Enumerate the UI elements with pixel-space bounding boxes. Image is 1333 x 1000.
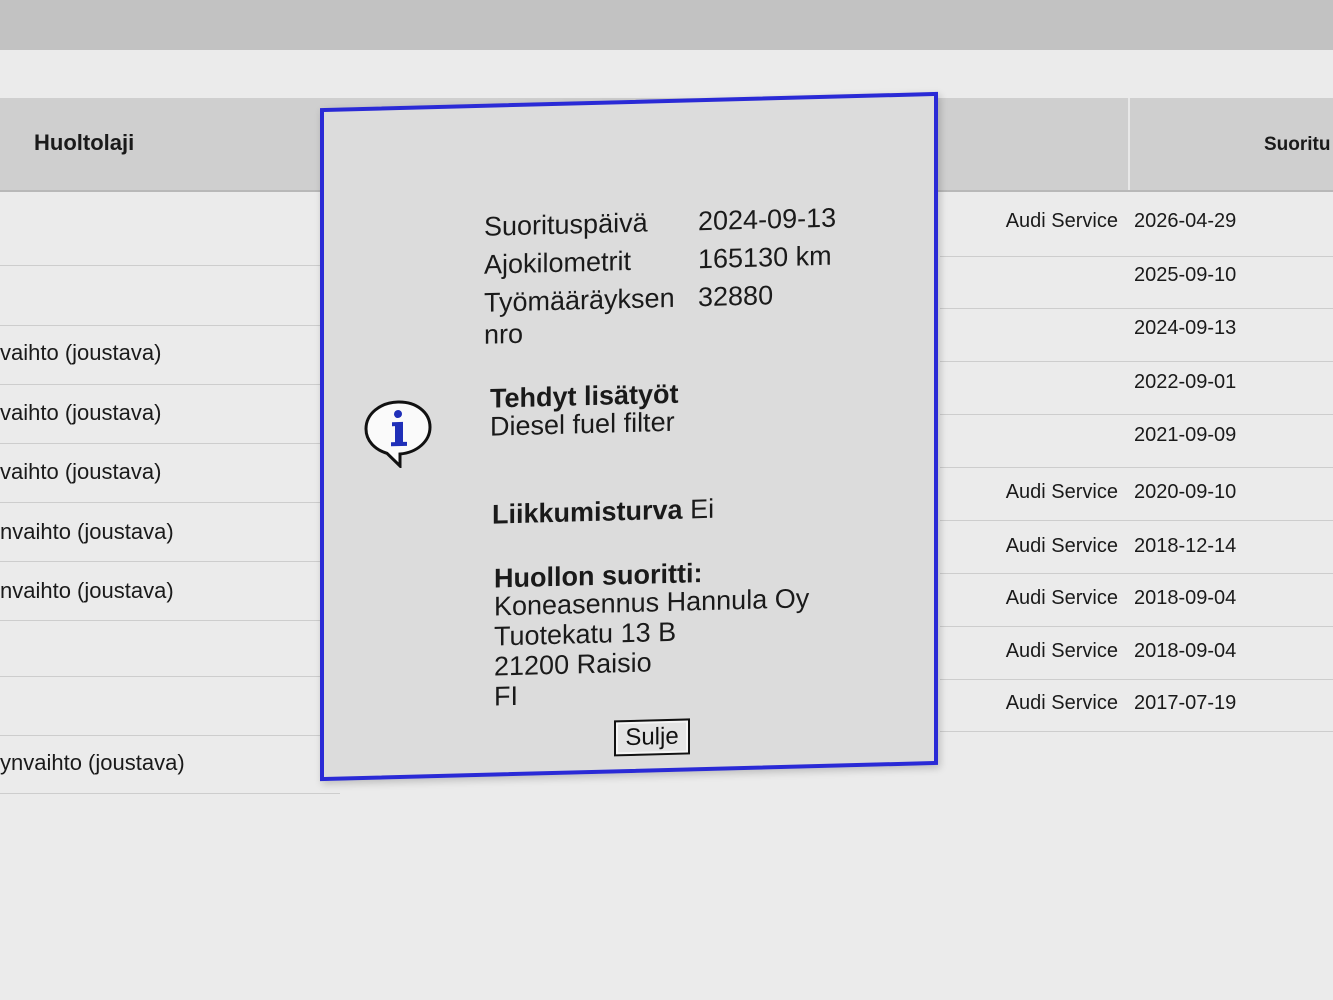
date-cell: 2026-04-29: [1134, 210, 1237, 232]
service-type-cell[interactable]: nvaihto (joustava): [0, 578, 340, 604]
row-divider: [940, 308, 1333, 309]
date-cell: 2025-09-10: [1134, 264, 1237, 286]
row-divider: [0, 502, 330, 503]
row-divider: [0, 735, 330, 736]
row-divider: [940, 256, 1333, 257]
provider-cell: Audi Service: [1005, 587, 1118, 609]
date-cell: 2017-07-19: [1134, 692, 1237, 714]
date-cell: 2021-09-09: [1134, 424, 1237, 446]
mileage-value: 165130 km: [698, 240, 832, 275]
work-order-value: 32880: [698, 280, 774, 313]
completion-date-label: Suorituspäivä: [484, 207, 648, 242]
row-divider: [0, 561, 330, 562]
row-divider: [0, 620, 330, 621]
row-divider: [940, 414, 1333, 415]
table-row[interactable]: Audi Service 2018-09-04: [940, 640, 1333, 670]
table-row[interactable]: Audi Service 2026-04-29: [940, 210, 1333, 240]
top-bar: [0, 0, 1333, 50]
row-divider: [940, 573, 1333, 574]
extra-work-value: Diesel fuel filter: [490, 406, 675, 442]
date-cell: 2018-12-14: [1134, 535, 1237, 557]
date-cell: 2018-09-04: [1134, 587, 1237, 609]
row-divider: [0, 676, 330, 677]
service-type-cell[interactable]: nvaihto (joustava): [0, 519, 340, 545]
service-type-cell[interactable]: vaihto (joustava): [0, 459, 340, 485]
row-divider: [0, 325, 330, 326]
provider-cell: Audi Service: [1005, 481, 1118, 503]
provider-cell: Audi Service: [1005, 210, 1118, 232]
row-divider: [0, 384, 330, 385]
row-divider: [0, 265, 330, 266]
column-header-service-type[interactable]: Huoltolaji: [34, 130, 134, 156]
row-divider: [0, 793, 340, 794]
performer-street: Tuotekatu 13 B: [494, 616, 677, 652]
date-cell: 2024-09-13: [1134, 317, 1237, 339]
service-type-cell[interactable]: ynvaihto (joustava): [0, 750, 340, 776]
mobility-row: Liikkumisturva Ei: [492, 494, 714, 530]
table-row[interactable]: 2021-09-09: [940, 424, 1333, 454]
table-row[interactable]: 2025-09-10: [940, 264, 1333, 294]
row-divider: [940, 731, 1333, 732]
provider-cell: Audi Service: [1005, 640, 1118, 662]
table-row[interactable]: Audi Service 2018-09-04: [940, 587, 1333, 617]
table-row[interactable]: Audi Service 2017-07-19: [940, 692, 1333, 722]
row-divider: [940, 361, 1333, 362]
info-icon: [362, 395, 434, 470]
provider-cell: Audi Service: [1005, 535, 1118, 557]
row-divider: [940, 626, 1333, 627]
work-order-label-cont: nro: [484, 318, 524, 350]
table-row[interactable]: Audi Service 2020-09-10: [940, 481, 1333, 511]
table-row[interactable]: Audi Service 2018-12-14: [940, 535, 1333, 565]
performer-postal: 21200 Raisio: [494, 647, 652, 682]
mileage-label: Ajokilometrit: [484, 245, 632, 280]
date-cell: 2018-09-04: [1134, 640, 1237, 662]
service-type-cell[interactable]: vaihto (joustava): [0, 340, 340, 366]
table-row[interactable]: 2024-09-13: [940, 317, 1333, 347]
row-divider: [940, 520, 1333, 521]
performer-country: FI: [494, 680, 518, 712]
mobility-value: Ei: [690, 493, 715, 525]
table-row[interactable]: 2022-09-01: [940, 371, 1333, 401]
date-cell: 2020-09-10: [1134, 481, 1237, 503]
row-divider: [0, 443, 330, 444]
mobility-label: Liikkumisturva: [492, 494, 683, 530]
date-cell: 2022-09-01: [1134, 371, 1237, 393]
work-order-label: Työmääräyksen: [484, 282, 675, 318]
row-divider: [940, 679, 1333, 680]
column-divider: [1128, 98, 1130, 190]
completion-date-value: 2024-09-13: [698, 202, 837, 237]
service-details-dialog: Suorituspäivä 2024-09-13 Ajokilometrit 1…: [320, 91, 938, 782]
row-divider: [940, 467, 1333, 468]
column-header-performed[interactable]: Suoritu: [1264, 134, 1331, 156]
service-type-cell[interactable]: vaihto (joustava): [0, 400, 340, 426]
close-button[interactable]: Sulje: [614, 718, 690, 757]
provider-cell: Audi Service: [1005, 692, 1118, 714]
